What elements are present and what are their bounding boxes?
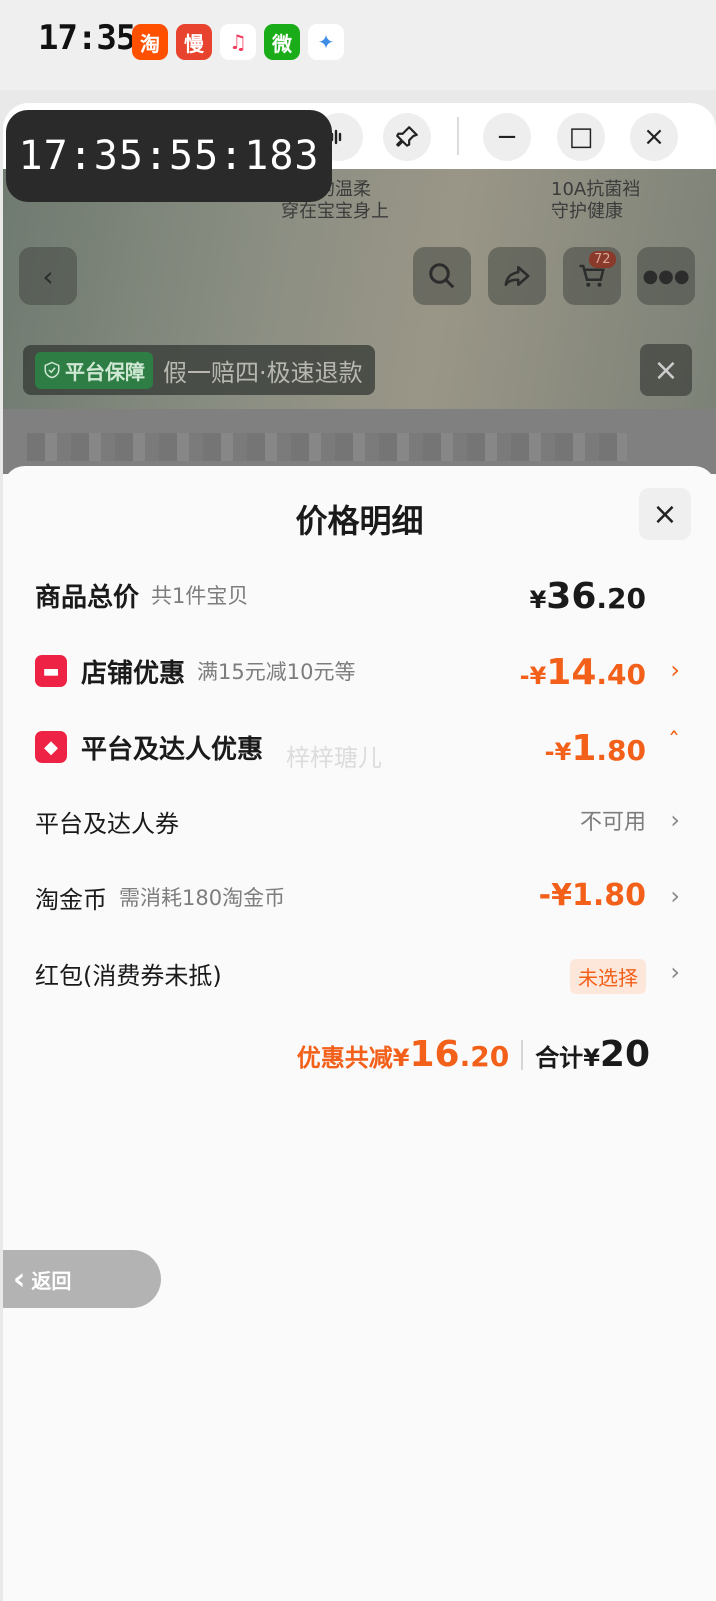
status-bar: 17:35 淘 慢 ♫ 微 ✦ [0,0,716,90]
guarantee-text: 假一赔四·极速退款 [163,358,363,387]
row-total-price: 商品总价 共1件宝贝 ¥ 36 .20 [3,570,716,620]
red-packet-label: 红包(消费券未抵) [35,961,222,990]
shop-icon: ▬ [35,655,67,687]
chevron-up-icon: ˆ [668,728,680,756]
gold-coin-sub: 需消耗180淘金币 [119,886,286,910]
product-page-background: 自然的温柔 穿在宝宝身上 10A抗菌裆 守护健康 ‹ 72 ●●● 平台保障 假… [3,169,716,474]
taobao-icon: 淘 [132,24,168,60]
tag-icon: ◆ [35,731,67,763]
platform-discount-value: -¥ 1 .80 [545,722,646,772]
amount-integer: 14 [546,652,597,693]
search-icon[interactable] [413,247,471,305]
amount-decimal: .20 [596,582,646,615]
grand-total-value: 20 [599,1034,650,1075]
grand-total-label: 合计 [535,1044,584,1072]
timer-overlay: 17:35:55:183 [6,110,332,202]
chevron-right-icon: › [670,656,680,684]
amount-integer: 1 [571,728,597,769]
sheet-title: 价格明细 [295,502,424,540]
amount-decimal: .80 [596,734,646,767]
yen-sign: ¥ [529,586,547,614]
cart-count-badge: 72 [589,251,616,268]
share-icon[interactable] [488,247,546,305]
shop-discount-sub: 满15元减10元等 [197,660,356,684]
platform-coupon-value: 不可用 [579,810,646,835]
toolbar-divider [457,117,459,155]
amount-decimal: .40 [596,658,646,691]
banner-right-text: 10A抗菌裆 守护健康 [551,179,641,222]
yen-sign: -¥ [544,738,572,766]
manman-icon: 慢 [176,24,212,60]
yen-sign: ¥ [392,1044,410,1072]
shop-discount-label: 店铺优惠 [81,658,186,689]
yen-sign: -¥ [519,662,547,690]
amount-integer: 36 [546,576,597,617]
total-price-label: 商品总价 [35,582,140,613]
discount-total-integer: 16 [409,1034,460,1075]
price-detail-sheet: 价格明细 × 商品总价 共1件宝贝 ¥ 36 .20 ▬ 店铺优惠 满15元减1… [3,466,716,1601]
chevron-right-icon: › [670,806,680,834]
wechat-icon: 微 [264,24,300,60]
platform-guarantee-banner[interactable]: 平台保障 假一赔四·极速退款 [23,345,375,395]
row-platform-coupon[interactable]: 平台及达人券 不可用 › [3,796,716,846]
shop-discount-value: -¥ 14 .40 [520,646,646,696]
music-icon: ♫ [220,24,256,60]
notification-app-icons: 淘 慢 ♫ 微 ✦ [132,24,344,60]
blurred-product-title [27,433,627,461]
red-packet-value: 未选择 [570,959,646,994]
status-time: 17:35 [38,18,136,58]
sheet-close-button[interactable]: × [639,488,691,540]
maximize-button[interactable]: □ [557,113,605,161]
yen-sign: ¥ [583,1044,600,1072]
minimize-button[interactable]: − [483,113,531,161]
gold-coin-value: -¥1.80 [538,878,646,913]
gold-coin-label: 淘金币 [35,885,107,914]
more-icon[interactable]: ●●● [637,247,695,305]
price-summary: 优惠共减 ¥ 16 .20 合计 ¥ 20 [297,1034,650,1075]
watermark: 梓梓瑭儿 [286,744,382,772]
chevron-right-icon: › [670,882,680,910]
shield-icon [44,361,60,379]
back-button-label: 返回 [31,1268,72,1293]
chevron-right-icon: › [670,958,680,986]
total-price-value: ¥ 36 .20 [530,570,646,620]
back-arrow-icon[interactable]: ‹ [19,247,77,305]
discount-total-decimal: .20 [459,1040,510,1073]
guarantee-badge: 平台保障 [35,351,153,389]
guarantee-badge-label: 平台保障 [65,359,145,384]
total-price-sub: 共1件宝贝 [151,584,249,608]
discount-total-label: 优惠共减 [296,1044,393,1072]
cart-icon[interactable]: 72 [563,247,621,305]
platform-coupon-label: 平台及达人券 [35,809,179,838]
guarantee-close-icon[interactable]: × [640,344,692,396]
summary-divider [521,1039,524,1070]
chevron-left-icon: ‹ [13,1261,26,1297]
pin-icon[interactable] [383,113,431,161]
row-red-packet[interactable]: 红包(消费券未抵) 未选择 › [3,948,716,998]
close-window-button[interactable]: × [630,113,678,161]
platform-discount-label: 平台及达人优惠 [81,734,264,765]
back-button[interactable]: ‹ 返回 [3,1250,161,1308]
row-gold-coin[interactable]: 淘金币 需消耗180淘金币 -¥1.80 › [3,872,716,922]
pinwheel-icon: ✦ [308,24,344,60]
row-shop-discount[interactable]: ▬ 店铺优惠 满15元减10元等 -¥ 14 .40 › [3,646,716,696]
